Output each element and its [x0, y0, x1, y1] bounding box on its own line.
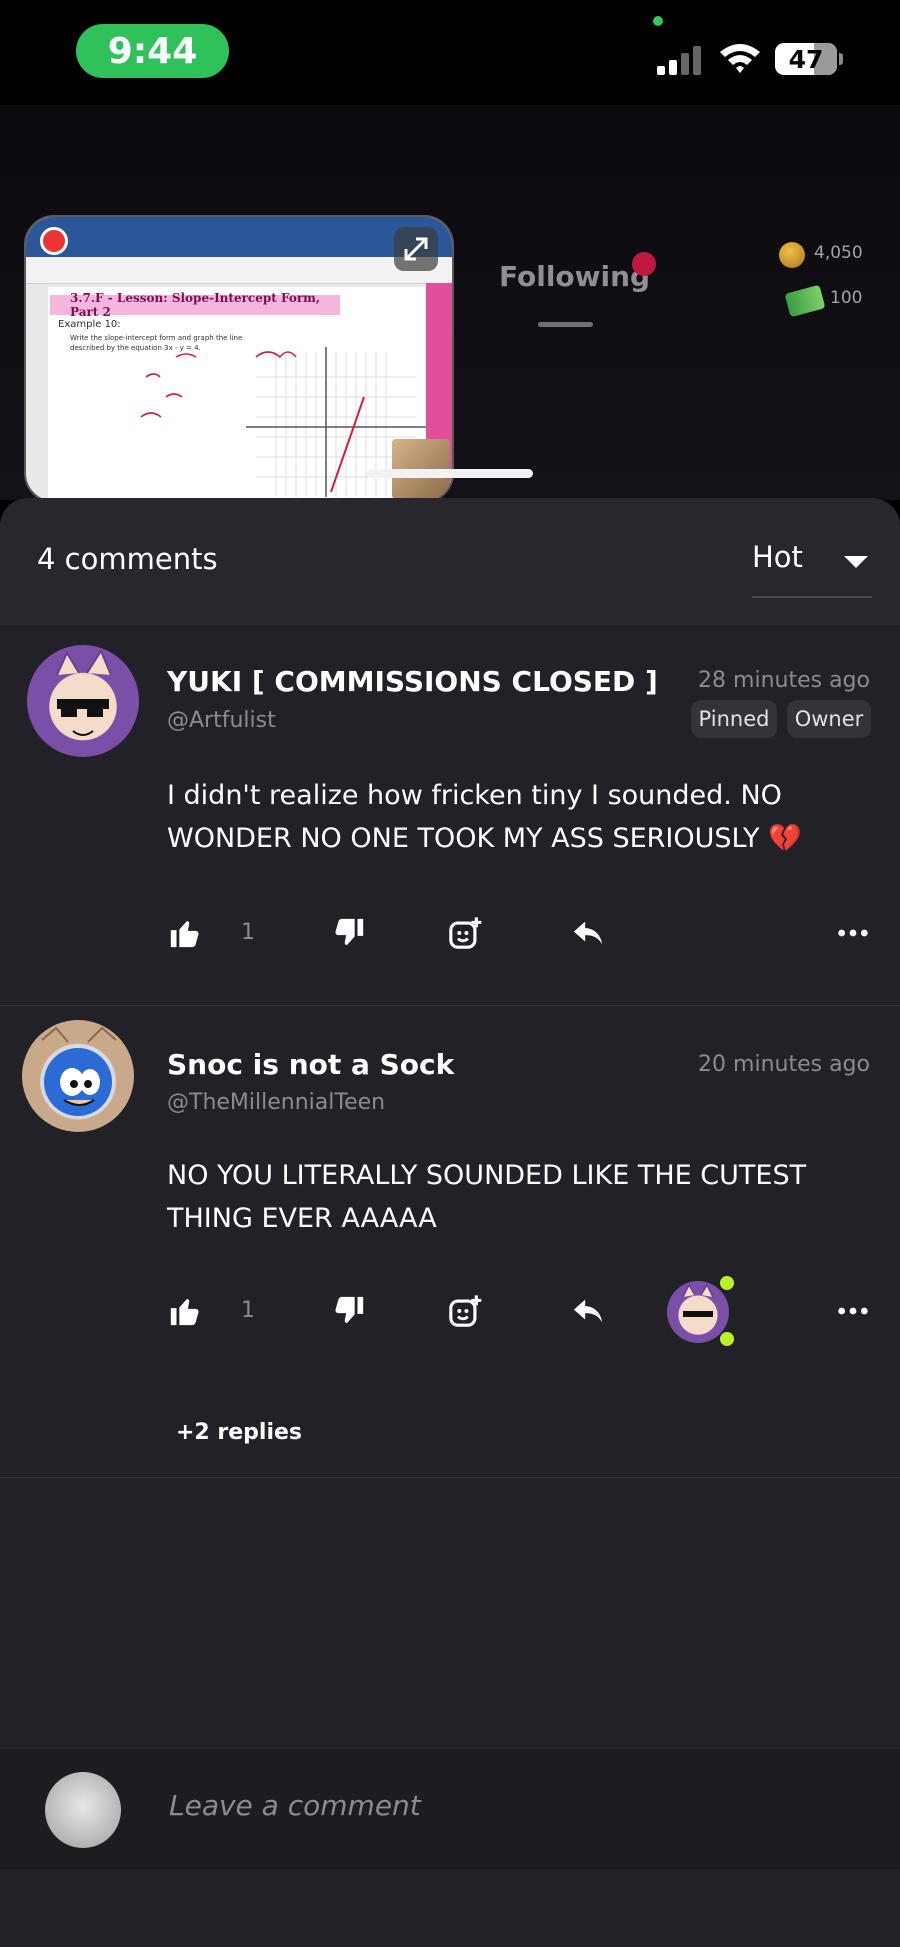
comment-handle[interactable]: @Artfulist — [167, 708, 276, 733]
comment-author[interactable]: YUKI [ COMMISSIONS CLOSED ] — [167, 665, 658, 698]
pinned-badge: Pinned — [691, 700, 777, 738]
comment: Snoc is not a Sock @TheMillennialTeen 20… — [0, 1006, 900, 1476]
heart-badge-icon — [720, 1332, 734, 1346]
thumbs-down-icon — [335, 1296, 364, 1324]
battery-icon: 47 — [775, 43, 837, 75]
cellular-signal-icon — [657, 45, 705, 75]
battery-tip — [839, 53, 843, 65]
thumbs-up-icon — [170, 920, 199, 948]
example-label: Example 10: — [58, 319, 121, 330]
battery-level: 47 — [788, 44, 824, 74]
like-count: 1 — [241, 1298, 255, 1323]
add-reaction-button[interactable] — [445, 1291, 485, 1331]
reply-arrow-icon — [573, 1299, 603, 1323]
comment-divider — [0, 1477, 900, 1478]
sort-dropdown[interactable]: Hot — [752, 538, 872, 598]
camera-indicator-dot — [653, 16, 663, 26]
add-emoji-icon — [449, 1295, 482, 1327]
add-reaction-button[interactable] — [445, 913, 485, 953]
caret-down-icon — [844, 556, 868, 568]
cash-count: 100 — [830, 288, 863, 308]
comment-time: 20 minutes ago — [698, 1052, 870, 1077]
creator-heart-avatar[interactable] — [667, 1281, 729, 1343]
avatar[interactable] — [27, 645, 139, 757]
like-count: 1 — [241, 920, 255, 945]
comment-input[interactable] — [167, 1788, 821, 1823]
avatar[interactable] — [22, 1020, 134, 1132]
sheet-drag-handle[interactable] — [367, 469, 533, 478]
more-options-button[interactable] — [833, 1291, 873, 1331]
coin-count: 4,050 — [814, 243, 863, 263]
picture-in-picture-video[interactable]: 3.7.F - Lesson: Slope-Intercept Form, Pa… — [24, 215, 454, 503]
coin-icon — [779, 242, 805, 268]
reply-arrow-icon — [573, 921, 603, 945]
like-button[interactable] — [165, 1291, 205, 1331]
heart-badge-icon — [720, 1276, 734, 1290]
owner-badge: Owner — [787, 700, 871, 738]
comment-handle[interactable]: @TheMillennialTeen — [167, 1090, 385, 1115]
thumbs-up-icon — [170, 1298, 199, 1326]
time-pill[interactable]: 9:44 — [76, 24, 229, 78]
wifi-icon — [720, 44, 760, 73]
ellipsis-icon — [838, 1307, 868, 1315]
comment-text: NO YOU LITERALLY SOUNDED LIKE THE CUTEST… — [167, 1160, 807, 1234]
top-area: 3.7.F - Lesson: Slope-Intercept Form, Pa… — [0, 105, 900, 503]
ellipsis-icon — [838, 929, 868, 937]
tab-indicator — [538, 322, 593, 327]
dislike-button[interactable] — [329, 913, 369, 953]
sort-label: Hot — [752, 540, 803, 574]
comment: YUKI [ COMMISSIONS CLOSED ] @Artfulist 2… — [0, 628, 900, 1005]
clock: 9:44 — [107, 30, 198, 72]
notification-dot — [632, 252, 656, 276]
comment-count: 4 comments — [37, 542, 218, 576]
comment-time: 28 minutes ago — [698, 668, 870, 693]
comment-author[interactable]: Snoc is not a Sock — [167, 1048, 454, 1081]
comment-text: I didn't realize how fricken tiny I soun… — [167, 780, 802, 854]
add-emoji-icon — [449, 917, 482, 949]
record-icon[interactable] — [40, 227, 68, 255]
cash-icon — [784, 284, 826, 318]
comments-header: 4 comments Hot — [0, 498, 900, 627]
status-bar: 9:44 47 — [0, 0, 900, 105]
reply-button[interactable] — [568, 913, 608, 953]
reply-button[interactable] — [568, 1291, 608, 1331]
more-options-button[interactable] — [833, 913, 873, 953]
thumbs-down-icon — [335, 918, 364, 946]
view-replies-link[interactable]: +2 replies — [176, 1420, 302, 1445]
like-button[interactable] — [165, 913, 205, 953]
expand-icon[interactable] — [394, 227, 438, 271]
document-titlebar — [26, 217, 452, 257]
tab-following[interactable]: Following — [499, 260, 650, 293]
dislike-button[interactable] — [329, 1291, 369, 1331]
document-toolbar — [26, 257, 452, 284]
lesson-title: 3.7.F - Lesson: Slope-Intercept Form, Pa… — [50, 291, 340, 319]
user-avatar[interactable] — [45, 1772, 121, 1848]
